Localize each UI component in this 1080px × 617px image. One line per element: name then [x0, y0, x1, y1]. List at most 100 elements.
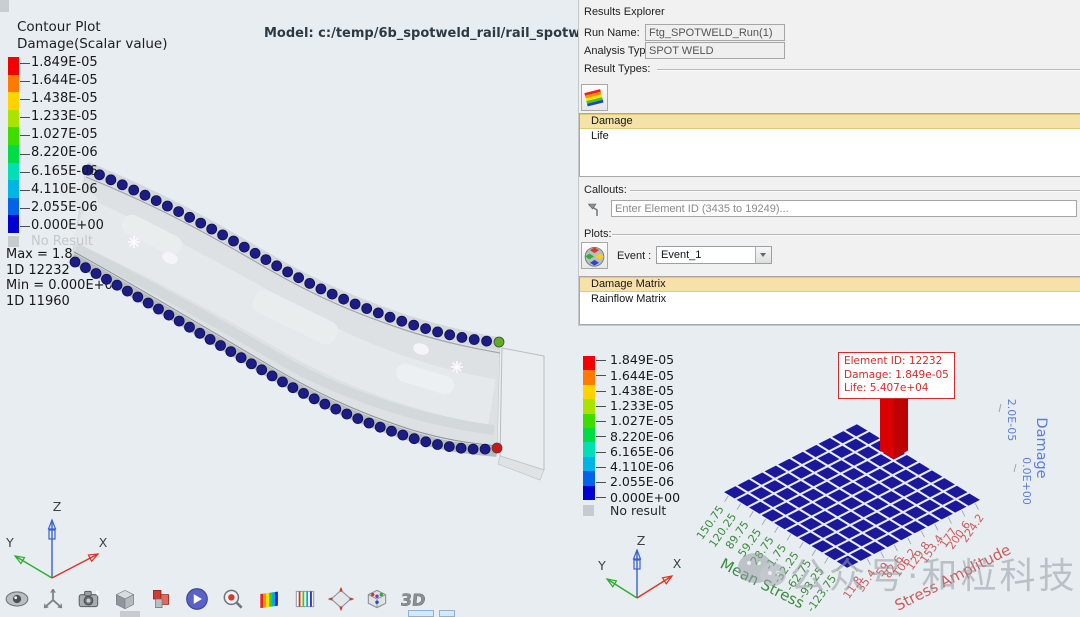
spotweld-dot[interactable]	[154, 304, 164, 314]
spotweld-dot[interactable]	[216, 341, 226, 351]
spotweld-dot[interactable]	[327, 289, 337, 299]
spotweld-dot[interactable]	[133, 292, 143, 302]
spotweld-dot[interactable]	[362, 304, 372, 314]
spotweld-dot[interactable]	[397, 316, 407, 326]
spotweld-dot[interactable]	[331, 404, 341, 414]
spotweld-dot[interactable]	[261, 255, 271, 265]
spotweld-dot[interactable]	[102, 274, 112, 284]
event-dropdown[interactable]: Event_1	[656, 246, 772, 264]
run-name-input[interactable]	[645, 24, 785, 41]
list-item[interactable]: Rainflow Matrix	[580, 292, 1080, 307]
spotweld-dot[interactable]	[469, 335, 479, 345]
spotweld-dot[interactable]	[294, 273, 304, 283]
shaded-cube-button[interactable]	[112, 586, 138, 612]
spotweld-dot[interactable]	[375, 422, 385, 432]
spotweld-dot[interactable]	[316, 284, 326, 294]
spotweld-dot[interactable]	[482, 336, 492, 346]
spotweld-dot[interactable]	[81, 263, 91, 273]
spotweld-dot[interactable]	[185, 322, 195, 332]
spotweld-dot[interactable]	[143, 298, 153, 308]
spotweld-dot[interactable]	[445, 330, 455, 340]
spotweld-dot[interactable]	[246, 359, 256, 369]
spotweld-dot[interactable]	[457, 332, 467, 342]
spotweld-dot[interactable]	[305, 278, 315, 288]
spotweld-dot[interactable]	[320, 399, 330, 409]
spotweld-dot[interactable]	[309, 394, 319, 404]
rail-model[interactable]	[0, 130, 578, 490]
spotweld-dot[interactable]	[444, 442, 454, 452]
spotweld-dot[interactable]	[385, 312, 395, 322]
spotweld-dot[interactable]	[267, 371, 277, 381]
analysis-type-input[interactable]	[645, 42, 785, 59]
spotweld-dot[interactable]	[205, 334, 215, 344]
spotweld-dot[interactable]	[272, 261, 282, 271]
spotweld-dot[interactable]	[468, 444, 478, 454]
spotweld-dot[interactable]	[117, 180, 127, 190]
plot-button[interactable]	[581, 242, 608, 269]
spotweld-dot[interactable]	[174, 316, 184, 326]
spotweld-dot[interactable]	[353, 414, 363, 424]
spotweld-dot[interactable]	[409, 434, 419, 444]
spotweld-dot[interactable]	[492, 443, 502, 453]
list-item[interactable]: Damage Matrix	[580, 277, 1080, 292]
spotweld-dot[interactable]	[106, 175, 116, 185]
spotweld-dot[interactable]	[112, 280, 122, 290]
spotweld-dot[interactable]	[421, 324, 431, 334]
spotweld-dot[interactable]	[373, 308, 383, 318]
contour-result-button[interactable]	[581, 84, 608, 111]
spotweld-dot[interactable]	[257, 365, 267, 375]
spotweld-dot[interactable]	[70, 257, 80, 267]
spotweld-dot[interactable]	[456, 443, 466, 453]
spotweld-dot[interactable]	[364, 418, 374, 428]
spotweld-dot[interactable]	[83, 165, 93, 175]
zoom-select-button[interactable]	[220, 586, 246, 612]
spotweld-dot[interactable]	[409, 320, 419, 330]
element-id-input[interactable]	[611, 200, 1077, 217]
spotweld-dot[interactable]	[288, 383, 298, 393]
spotweld-dot[interactable]	[350, 299, 360, 309]
spotweld-dot[interactable]	[196, 218, 206, 228]
triad-axes-button[interactable]	[40, 586, 66, 612]
spotweld-dot[interactable]	[162, 201, 172, 211]
spotweld-dot[interactable]	[398, 430, 408, 440]
spotweld-dot[interactable]	[299, 388, 309, 398]
iso-value-plot-button[interactable]	[292, 586, 318, 612]
contour-plot-button[interactable]	[256, 586, 282, 612]
spotweld-dot[interactable]	[494, 337, 504, 347]
spotweld-dot[interactable]	[185, 212, 195, 222]
view-controls-eye-button[interactable]	[4, 586, 30, 612]
spotweld-dot[interactable]	[129, 185, 139, 195]
spotweld-dot[interactable]	[387, 426, 397, 436]
spotweld-dot[interactable]	[91, 269, 101, 279]
spotweld-dot[interactable]	[151, 196, 161, 206]
spotweld-dot[interactable]	[95, 170, 105, 180]
spotweld-dot[interactable]	[339, 294, 349, 304]
spotweld-dot[interactable]	[421, 437, 431, 447]
spotweld-dot[interactable]	[218, 230, 228, 240]
spotweld-dot[interactable]	[207, 224, 217, 234]
3d-logo-button[interactable]: 3D	[400, 586, 426, 612]
deformed-shape-button[interactable]	[328, 586, 354, 612]
spotweld-dot[interactable]	[433, 327, 443, 337]
section-cut-button[interactable]	[148, 586, 174, 612]
spotweld-dot[interactable]	[433, 440, 443, 450]
spotweld-dot[interactable]	[283, 267, 293, 277]
spotweld-dot[interactable]	[229, 236, 239, 246]
spotweld-dot[interactable]	[122, 286, 132, 296]
spotweld-dot[interactable]	[195, 328, 205, 338]
exploded-view-button[interactable]	[364, 586, 390, 612]
element-callout[interactable]: Element ID: 12232 Damage: 1.849e-05 Life…	[838, 352, 955, 399]
spotweld-dot[interactable]	[174, 207, 184, 217]
callout-probe-icon[interactable]	[586, 201, 606, 221]
spotweld-dot[interactable]	[278, 377, 288, 387]
spotweld-dot[interactable]	[480, 444, 490, 454]
spotweld-dot[interactable]	[236, 353, 246, 363]
spotweld-dot[interactable]	[226, 347, 236, 357]
play-animation-button[interactable]	[184, 586, 210, 612]
list-item[interactable]: Life	[580, 129, 1080, 144]
spotweld-dot[interactable]	[140, 190, 150, 200]
list-item[interactable]: Damage	[580, 114, 1080, 129]
spotweld-dot[interactable]	[342, 409, 352, 419]
spotweld-dot[interactable]	[164, 310, 174, 320]
spotweld-dot[interactable]	[250, 248, 260, 258]
